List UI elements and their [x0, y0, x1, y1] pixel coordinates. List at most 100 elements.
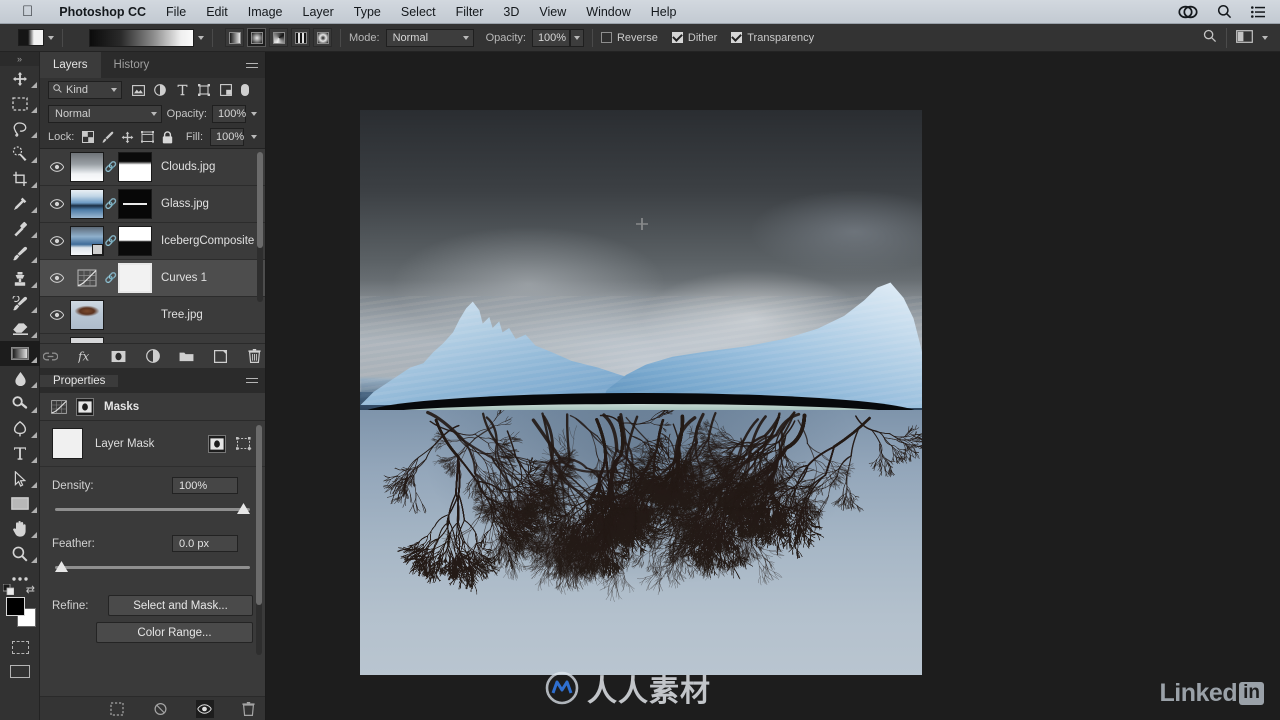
vector-mask-icon[interactable] [235, 435, 253, 453]
path-selection-tool[interactable] [0, 466, 40, 491]
masks-properties-icon[interactable] [76, 398, 94, 416]
layer-mask-thumbnail[interactable] [118, 226, 152, 256]
layer-thumbnail[interactable] [70, 300, 104, 330]
layer-mask-preview-thumbnail[interactable] [52, 428, 83, 459]
layer-name[interactable]: Curves 1 [161, 272, 207, 284]
layer-row-clouds[interactable]: 🔗 Clouds.jpg [40, 149, 265, 186]
feather-value[interactable]: 0.0 px [172, 535, 238, 552]
diamond-gradient-button[interactable] [313, 28, 332, 47]
layer-blend-mode-select[interactable]: Normal [48, 105, 162, 123]
new-layer-icon[interactable] [213, 349, 228, 364]
density-value[interactable]: 100% [172, 477, 238, 494]
brush-tool[interactable] [0, 241, 40, 266]
delete-layer-icon[interactable] [247, 349, 262, 364]
dither-checkbox[interactable]: Dither [672, 32, 717, 44]
spotlight-search-icon[interactable] [1217, 4, 1232, 19]
curves-adjustment-icon[interactable] [70, 263, 104, 293]
apple-icon[interactable]:  [22, 4, 33, 19]
search-icon[interactable] [1203, 29, 1217, 46]
gradient-tool-icon-swatch[interactable] [18, 29, 44, 46]
type-tool[interactable] [0, 441, 40, 466]
layer-mask-link-icon[interactable]: 🔗 [104, 199, 118, 210]
menu-item-view[interactable]: View [529, 0, 576, 24]
blend-mode-select[interactable]: Normal [386, 29, 474, 47]
screen-mode-button[interactable] [0, 659, 40, 683]
layers-panel-menu-icon[interactable] [239, 52, 265, 78]
menu-item-filter[interactable]: Filter [446, 0, 494, 24]
lock-image-pixels-icon[interactable] [101, 131, 114, 144]
reflected-gradient-button[interactable] [291, 28, 310, 47]
lock-all-icon[interactable] [161, 131, 174, 144]
link-layers-icon[interactable] [43, 349, 58, 364]
layer-list-scrollbar[interactable] [257, 152, 263, 302]
document-canvas[interactable] [360, 110, 922, 675]
quick-selection-tool[interactable] [0, 141, 40, 166]
reverse-checkbox[interactable]: Reverse [601, 32, 658, 44]
layer-name[interactable]: Glass.jpg [161, 198, 209, 210]
toolbar-collapse-handle[interactable]: » [0, 52, 39, 66]
gradient-preset-picker[interactable] [89, 29, 204, 47]
new-group-icon[interactable] [179, 349, 194, 364]
density-slider[interactable] [52, 503, 253, 517]
menu-app-name[interactable]: Photoshop CC [49, 0, 156, 24]
crop-tool[interactable] [0, 166, 40, 191]
menu-item-layer[interactable]: Layer [293, 0, 344, 24]
layer-name[interactable]: Clouds.jpg [161, 161, 215, 173]
layer-list[interactable]: 🔗 Clouds.jpg 🔗 Glass.jpg 🔗 IcebergCompos… [40, 149, 265, 343]
blur-tool[interactable] [0, 366, 40, 391]
layer-visibility-toggle[interactable] [44, 199, 70, 209]
transparency-checkbox[interactable]: Transparency [731, 32, 814, 44]
color-range-button[interactable]: Color Range... [96, 622, 253, 643]
menu-item-image[interactable]: Image [238, 0, 293, 24]
tab-properties[interactable]: Properties [40, 375, 118, 387]
spot-healing-brush-tool[interactable] [0, 216, 40, 241]
menu-item-window[interactable]: Window [576, 0, 640, 24]
type-filter-icon[interactable] [175, 83, 189, 97]
pixel-filter-icon[interactable] [131, 83, 145, 97]
quick-mask-mode-button[interactable] [0, 635, 40, 659]
angle-gradient-button[interactable] [269, 28, 288, 47]
gradient-tool[interactable] [0, 341, 40, 366]
layer-thumbnail[interactable] [70, 226, 104, 256]
rectangular-marquee-tool[interactable] [0, 91, 40, 116]
add-layer-mask-icon[interactable] [111, 349, 126, 364]
adjustment-filter-icon[interactable] [153, 83, 167, 97]
eraser-tool[interactable] [0, 316, 40, 341]
layer-row-curves-1[interactable]: 🔗 Curves 1 [40, 260, 265, 297]
layer-filter-kind-select[interactable]: Kind [48, 81, 122, 99]
layer-mask-link-icon[interactable]: 🔗 [104, 162, 118, 173]
layer-fill-input[interactable]: 100% [210, 128, 244, 146]
menu-item-file[interactable]: File [156, 0, 196, 24]
layer-row-glass[interactable]: 🔗 Glass.jpg [40, 186, 265, 223]
shape-filter-icon[interactable] [197, 83, 211, 97]
layer-thumbnail[interactable] [70, 337, 104, 343]
curves-properties-icon[interactable] [50, 398, 68, 416]
clone-stamp-tool[interactable] [0, 266, 40, 291]
layer-visibility-toggle[interactable] [44, 310, 70, 320]
layer-visibility-toggle[interactable] [44, 273, 70, 283]
menu-item-select[interactable]: Select [391, 0, 446, 24]
gradient-preview-strip[interactable] [89, 29, 194, 47]
lock-position-icon[interactable] [121, 131, 134, 144]
layer-row-iceberg-composite[interactable]: 🔗 IcebergComposite [40, 223, 265, 260]
default-colors-icon[interactable] [3, 584, 14, 595]
toggle-mask-visibility-icon[interactable] [196, 700, 214, 718]
feather-slider[interactable] [52, 561, 253, 575]
zoom-tool[interactable] [0, 541, 40, 566]
filter-toggle-switch[interactable] [241, 84, 249, 96]
swap-colors-icon[interactable]: ⇄ [26, 583, 35, 596]
dodge-tool[interactable] [0, 391, 40, 416]
tab-history[interactable]: History [101, 52, 163, 78]
lock-transparent-pixels-icon[interactable] [81, 131, 94, 144]
new-adjustment-layer-icon[interactable] [145, 349, 160, 364]
opacity-dropdown[interactable] [570, 29, 584, 47]
select-and-mask-button[interactable]: Select and Mask... [108, 595, 253, 616]
properties-panel-menu-icon[interactable] [239, 378, 265, 383]
chevron-down-icon[interactable] [1262, 36, 1268, 40]
move-tool[interactable] [0, 66, 40, 91]
layer-mask-thumbnail[interactable] [118, 152, 152, 182]
lock-artboard-nesting-icon[interactable] [141, 131, 154, 144]
layer-name[interactable]: Tree.jpg [161, 309, 203, 321]
layer-row-partial[interactable] [40, 334, 265, 343]
creative-cloud-icon[interactable] [1178, 5, 1198, 19]
